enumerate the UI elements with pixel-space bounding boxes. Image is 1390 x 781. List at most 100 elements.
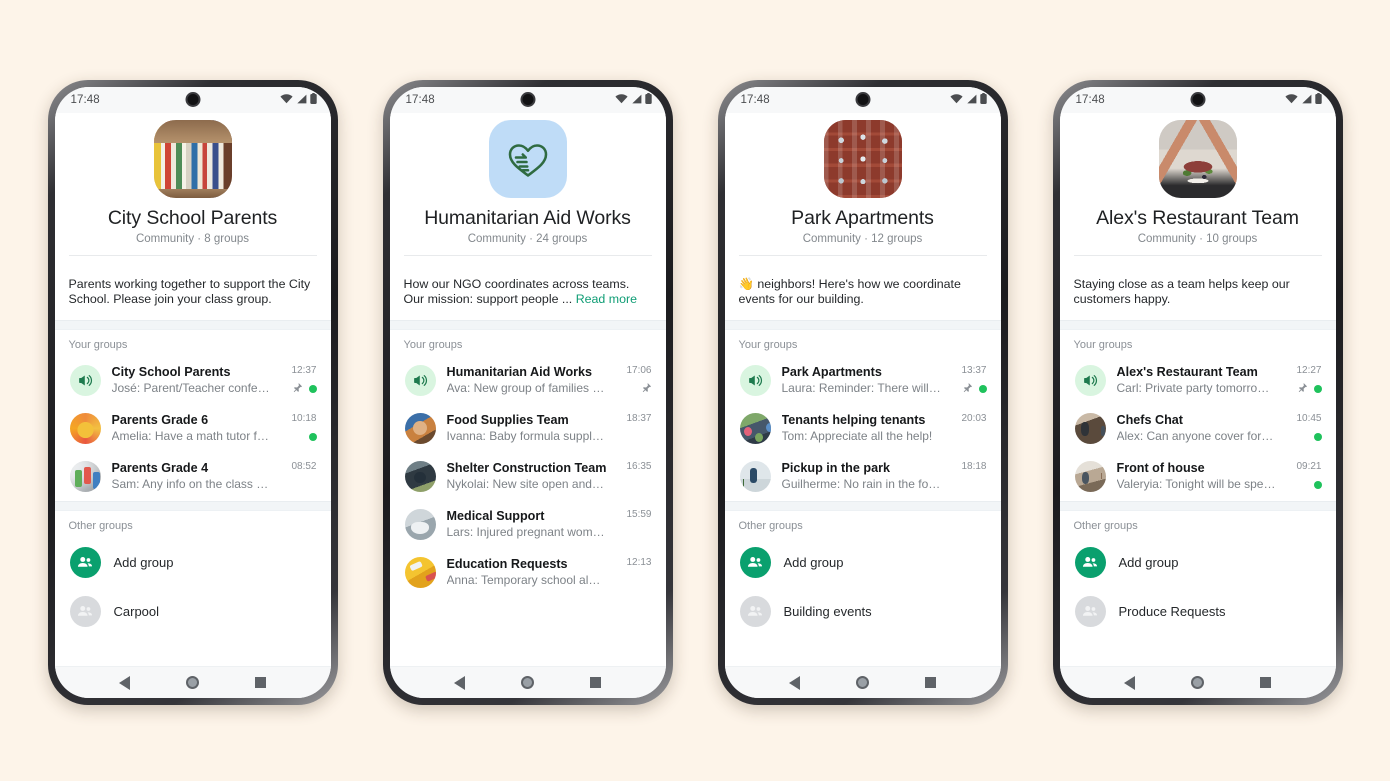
community-avatar[interactable] (488, 120, 567, 198)
add-group-row[interactable]: Add group (724, 537, 1001, 587)
group-row[interactable]: Tenants helping tenants Tom: Appreciate a… (724, 404, 1001, 453)
group-badges (641, 383, 652, 395)
add-group-icon (739, 546, 771, 578)
group-row-text: Food Supplies Team Ivanna: Baby formula s… (447, 413, 607, 445)
description-text: 👋 neighbors! Here's how we coordinate ev… (738, 277, 961, 307)
wifi-icon (279, 91, 293, 109)
status-time: 17:48 (740, 94, 770, 106)
group-row-meta: 09:21 (1288, 459, 1322, 495)
group-preview: Guilherme: No rain in the forecast! (781, 477, 942, 492)
read-more-link[interactable]: Read more (576, 292, 637, 306)
group-row[interactable]: Parents Grade 4 Sam: Any info on the clas… (54, 452, 331, 501)
group-timestamp: 20:03 (961, 412, 987, 424)
group-list[interactable]: Your groups Alex's Restaurant Team Carl: P… (1059, 329, 1336, 666)
android-nav-bar (724, 666, 1001, 698)
nav-back-icon[interactable] (453, 675, 465, 690)
community-avatar[interactable] (823, 120, 902, 198)
your-groups-label: Your groups (389, 329, 666, 357)
heart-hand-icon (488, 120, 567, 198)
group-badges (292, 383, 317, 395)
group-preview: Anna: Temporary school almost comp… (446, 573, 607, 588)
nav-home-icon[interactable] (520, 676, 534, 689)
battery-icon (309, 91, 317, 109)
nav-recents-icon[interactable] (1260, 677, 1272, 688)
group-row[interactable]: City School Parents José: Parent/Teacher … (54, 356, 331, 405)
group-list[interactable]: Your groups Humanitarian Aid Works Ava: Ne… (389, 329, 666, 666)
nav-back-icon[interactable] (788, 675, 800, 690)
group-preview: Sam: Any info on the class recital? (111, 477, 272, 492)
group-row[interactable]: Education Requests Anna: Temporary school… (389, 548, 666, 597)
your-groups-label: Your groups (724, 329, 1001, 357)
add-group-row[interactable]: Add group (1059, 537, 1336, 587)
group-row[interactable]: Pickup in the park Guilherme: No rain in … (724, 452, 1001, 501)
group-timestamp: 12:13 (626, 556, 652, 568)
group-row-meta: 12:37 (283, 363, 317, 399)
unread-dot (1313, 385, 1322, 394)
group-row[interactable]: Humanitarian Aid Works Ava: New group of … (389, 356, 666, 405)
nav-recents-icon[interactable] (925, 677, 937, 688)
status-bar: 17:48 (724, 87, 1001, 113)
other-group-label: Add group (113, 554, 174, 570)
nav-home-icon[interactable] (1190, 676, 1204, 689)
add-group-row[interactable]: Add group (54, 537, 331, 587)
community-avatar[interactable] (1158, 120, 1237, 198)
phone-device-1: 17:48 City School Parents Community · 8 gr… (47, 80, 338, 705)
nav-home-icon[interactable] (855, 676, 869, 689)
group-list[interactable]: Your groups Park Apartments Laura: Reminde… (724, 329, 1001, 666)
nav-recents-icon[interactable] (590, 677, 602, 688)
description-text: Staying close as a team helps keep our c… (1073, 277, 1290, 307)
community-description: 👋 neighbors! Here's how we coordinate ev… (724, 266, 1001, 320)
group-row[interactable]: Front of house Valeryia: Tonight will be … (1059, 452, 1336, 501)
group-row[interactable]: Chefs Chat Alex: Can anyone cover for me?… (1059, 404, 1336, 453)
group-preview: Alex: Can anyone cover for me? (1116, 429, 1277, 444)
group-timestamp: 18:37 (626, 412, 652, 424)
group-row[interactable]: Shelter Construction Team Nykolai: New si… (389, 452, 666, 501)
add-group-icon (1074, 546, 1106, 578)
other-group-row[interactable]: Produce Requests (1059, 586, 1336, 636)
other-group-row[interactable]: Building events (724, 586, 1001, 636)
group-row-text: Parents Grade 4 Sam: Any info on the clas… (112, 461, 272, 493)
group-row-meta: 18:18 (953, 459, 986, 495)
phone-device-2: 17:48 Humanitarian Aid Works Community · 2… (382, 80, 673, 705)
group-name: Chefs Chat (1116, 412, 1183, 427)
group-row-text: Education Requests Anna: Temporary school… (447, 557, 607, 589)
battery-icon (1314, 91, 1322, 109)
section-separator (389, 319, 666, 330)
group-row[interactable]: Park Apartments Laura: Reminder: There wi… (724, 356, 1001, 405)
header-divider (738, 255, 987, 257)
other-group-label: Building events (783, 603, 872, 619)
other-groups-label: Other groups (724, 510, 1001, 538)
phone-screen: 17:48 Park Apartments Community · 12 group… (724, 87, 1001, 698)
group-avatar (69, 461, 101, 493)
group-icon (1074, 595, 1106, 627)
community-title: Alex's Restaurant Team (1096, 207, 1299, 229)
group-row[interactable]: Food Supplies Team Ivanna: Baby formula s… (389, 404, 666, 453)
community-avatar[interactable] (153, 120, 232, 198)
group-row-text: Chefs Chat Alex: Can anyone cover for me? (1117, 413, 1277, 445)
group-row-meta: 12:27 (1288, 363, 1322, 399)
battery-icon (979, 91, 987, 109)
community-avatar-image (1158, 120, 1237, 198)
nav-home-icon[interactable] (185, 676, 199, 689)
wifi-icon (614, 91, 628, 109)
group-timestamp: 12:37 (291, 364, 317, 376)
group-preview: Valeryia: Tonight will be special! (1116, 477, 1277, 492)
other-group-label: Carpool (113, 603, 160, 619)
group-name: Front of house (1116, 460, 1205, 475)
section-separator (54, 319, 331, 330)
group-row[interactable]: Alex's Restaurant Team Carl: Private part… (1059, 356, 1336, 405)
group-list[interactable]: Your groups City School Parents José: Pare… (54, 329, 331, 666)
other-groups-label: Other groups (54, 510, 331, 538)
nav-back-icon[interactable] (1123, 675, 1135, 690)
group-row[interactable]: Medical Support Lars: Injured pregnant wo… (389, 500, 666, 549)
group-row[interactable]: Parents Grade 6 Amelia: Have a math tutor… (54, 404, 331, 453)
community-header: Alex's Restaurant Team Community · 10 gro… (1059, 120, 1336, 267)
other-group-row[interactable]: Carpool (54, 586, 331, 636)
section-separator (1059, 500, 1336, 511)
group-icon (739, 595, 771, 627)
nav-recents-icon[interactable] (255, 677, 267, 688)
group-row-meta: 12:13 (618, 555, 652, 591)
community-description: Parents working together to support the … (54, 266, 331, 320)
wifi-icon (1284, 91, 1298, 109)
nav-back-icon[interactable] (118, 675, 130, 690)
